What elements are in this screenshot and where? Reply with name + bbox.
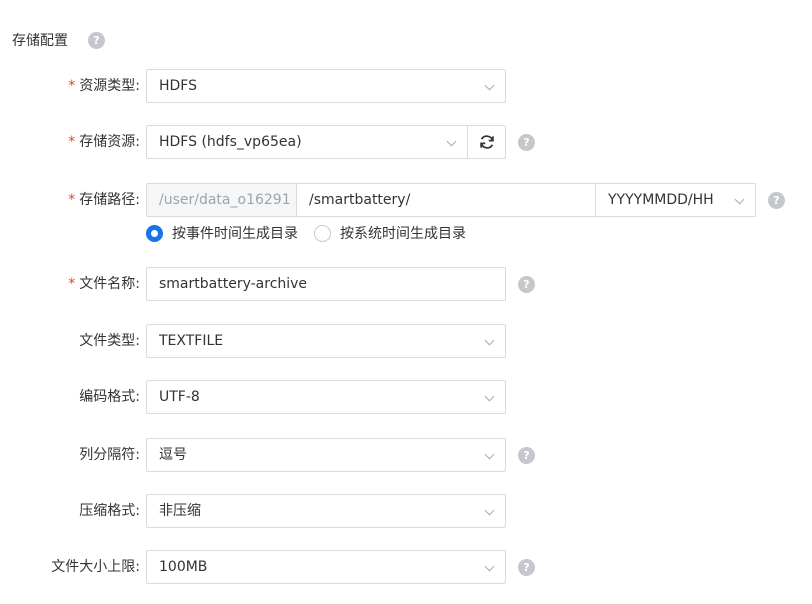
compression-row: 压缩格式: 非压缩 <box>0 494 812 528</box>
resource-type-value: HDFS <box>159 78 198 94</box>
chevron-down-icon <box>484 505 495 516</box>
encoding-select[interactable]: UTF-8 <box>146 380 506 414</box>
resource-type-label: * 资源类型: <box>68 78 140 94</box>
section-title: 存储配置 <box>12 33 68 49</box>
file-name-label: * 文件名称: <box>68 276 140 292</box>
help-icon[interactable]: ? <box>518 276 535 293</box>
storage-path-label: * 存储路径: <box>68 192 140 208</box>
path-format-select[interactable]: YYYYMMDD/HH <box>595 183 756 217</box>
column-separator-row: 列分隔符: 逗号 ? <box>0 438 812 472</box>
chevron-down-icon <box>446 136 457 147</box>
help-icon[interactable]: ? <box>518 447 535 464</box>
radio-event-time[interactable]: 按事件时间生成目录 <box>146 222 298 244</box>
file-name-input[interactable]: smartbattery-archive <box>146 267 506 301</box>
storage-resource-row: * 存储资源: HDFS (hdfs_vp65ea) ? <box>0 125 812 159</box>
file-size-limit-label: 文件大小上限: <box>51 559 140 575</box>
resource-type-select[interactable]: HDFS <box>146 69 506 103</box>
file-type-label: 文件类型: <box>79 333 140 349</box>
radio-system-time[interactable]: 按系统时间生成目录 <box>314 222 466 244</box>
file-type-select[interactable]: TEXTFILE <box>146 324 506 358</box>
chevron-down-icon <box>484 335 495 346</box>
chevron-down-icon <box>484 561 495 572</box>
storage-path-value: /smartbattery/ <box>309 192 411 208</box>
chevron-down-icon <box>734 194 745 205</box>
chevron-down-icon <box>484 391 495 402</box>
encoding-label: 编码格式: <box>79 389 140 405</box>
storage-path-prefix: /user/data_o16291 <box>146 183 297 217</box>
storage-path-input[interactable]: /smartbattery/ <box>296 183 596 217</box>
refresh-icon <box>479 135 494 149</box>
encoding-row: 编码格式: UTF-8 <box>0 380 812 414</box>
column-separator-select[interactable]: 逗号 <box>146 438 506 472</box>
file-size-limit-select[interactable]: 100MB <box>146 550 506 584</box>
radio-checked-icon <box>146 224 163 242</box>
column-separator-value: 逗号 <box>159 447 187 463</box>
help-icon[interactable]: ? <box>518 134 535 151</box>
chevron-down-icon <box>484 80 495 91</box>
compression-label: 压缩格式: <box>79 503 140 519</box>
resource-type-row: * 资源类型: HDFS <box>0 69 812 103</box>
file-size-limit-row: 文件大小上限: 100MB ? <box>0 550 812 584</box>
refresh-button[interactable] <box>467 125 506 159</box>
file-name-value: smartbattery-archive <box>159 276 308 292</box>
storage-resource-select[interactable]: HDFS (hdfs_vp65ea) <box>146 125 468 159</box>
help-icon[interactable]: ? <box>88 32 105 49</box>
file-name-row: * 文件名称: smartbattery-archive ? <box>0 267 812 301</box>
chevron-down-icon <box>484 449 495 460</box>
storage-path-row: * 存储路径: /user/data_o16291 /smartbattery/ … <box>0 183 812 217</box>
radio-unchecked-icon <box>314 224 331 242</box>
storage-resource-value: HDFS (hdfs_vp65ea) <box>159 134 302 150</box>
file-type-value: TEXTFILE <box>159 333 224 349</box>
file-type-row: 文件类型: TEXTFILE <box>0 324 812 358</box>
column-separator-label: 列分隔符: <box>79 447 140 463</box>
compression-select[interactable]: 非压缩 <box>146 494 506 528</box>
path-format-value: YYYYMMDD/HH <box>608 192 714 208</box>
storage-resource-label: * 存储资源: <box>68 134 140 150</box>
encoding-value: UTF-8 <box>159 389 200 405</box>
file-size-limit-value: 100MB <box>159 559 208 575</box>
help-icon[interactable]: ? <box>518 559 535 576</box>
compression-value: 非压缩 <box>159 503 201 519</box>
help-icon[interactable]: ? <box>768 192 785 209</box>
